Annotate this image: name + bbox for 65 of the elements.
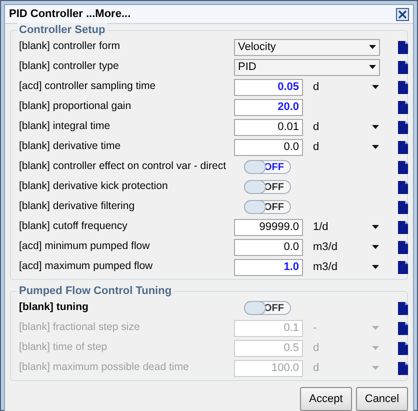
field-label: [blank] derivative filtering xyxy=(19,199,136,214)
number-field[interactable]: 1.0 xyxy=(234,258,303,276)
field-label: [blank] maximum possible dead time xyxy=(19,360,190,376)
field-label: [acd] minimum pumped flow xyxy=(19,239,151,254)
number-field[interactable]: 0.01 xyxy=(234,118,303,136)
document-icon[interactable] xyxy=(398,260,408,274)
document-icon[interactable] xyxy=(398,322,408,334)
number-field[interactable]: 0.0 xyxy=(234,138,303,156)
document-icon[interactable] xyxy=(398,200,408,214)
caret-icon xyxy=(372,265,379,269)
field-label: [blank] tuning xyxy=(19,300,90,316)
field-label: [acd] maximum pumped flow xyxy=(19,259,154,274)
close-icon xyxy=(398,10,407,18)
field-label: [blank] derivative time xyxy=(19,139,122,154)
unit-dropdown[interactable]: m3/d xyxy=(313,258,379,276)
caret-icon xyxy=(372,346,379,350)
group-title: Pumped Flow Control Tuning xyxy=(17,284,174,298)
field-label: [blank] cutoff frequency xyxy=(19,219,128,234)
dialog-button[interactable]: Accept xyxy=(300,387,352,411)
unit-dropdown[interactable]: m3/d xyxy=(313,238,379,256)
document-icon[interactable] xyxy=(398,220,408,234)
document-icon[interactable] xyxy=(398,342,408,354)
field-label: [blank] controller effect on control var - direct xyxy=(19,159,227,174)
caret-icon xyxy=(369,45,376,49)
caret-icon xyxy=(372,245,379,249)
unit-dropdown[interactable]: d xyxy=(313,138,379,156)
caret-icon xyxy=(369,65,376,69)
caret-icon xyxy=(372,125,379,129)
document-icon[interactable] xyxy=(398,40,408,54)
number-field[interactable]: 0.0 xyxy=(234,238,303,256)
document-icon[interactable] xyxy=(398,180,408,194)
document-icon[interactable] xyxy=(398,100,408,114)
document-icon[interactable] xyxy=(398,80,408,94)
field-label: [blank] controller form xyxy=(19,39,121,54)
close-button[interactable] xyxy=(396,8,409,20)
window-title: PID Controller ...More... xyxy=(9,6,131,22)
caret-icon xyxy=(372,145,379,149)
dialog-button[interactable]: Cancel xyxy=(356,387,408,411)
field-label: [blank] time of step xyxy=(19,340,108,356)
number-field[interactable]: 99999.0 xyxy=(234,218,303,236)
unit-dropdown[interactable]: d xyxy=(313,78,379,96)
field-label: [blank] fractional step size xyxy=(19,320,141,336)
unit-dropdown[interactable]: d xyxy=(313,118,379,136)
document-icon[interactable] xyxy=(398,120,408,134)
unit-dropdown[interactable]: 1/d xyxy=(313,218,379,236)
field-label: [acd] controller sampling time xyxy=(19,79,157,94)
document-icon[interactable] xyxy=(398,160,408,174)
field-label: [blank] controller type xyxy=(19,59,120,74)
dropdown[interactable]: Velocity xyxy=(234,38,380,56)
caret-icon xyxy=(372,326,379,330)
field-label: [blank] integral time xyxy=(19,119,112,134)
dropdown[interactable]: PID xyxy=(234,58,380,76)
document-icon[interactable] xyxy=(398,60,408,74)
document-icon[interactable] xyxy=(398,362,408,374)
document-icon[interactable] xyxy=(398,140,408,154)
number-field[interactable]: 20.0 xyxy=(234,98,303,116)
document-icon[interactable] xyxy=(398,240,408,254)
caret-icon xyxy=(372,366,379,370)
field-label: [blank] derivative kick protection xyxy=(19,179,169,194)
group-title: Controller Setup xyxy=(17,23,108,37)
number-field[interactable]: 0.05 xyxy=(234,78,303,96)
caret-icon xyxy=(372,225,379,229)
document-icon[interactable] xyxy=(398,302,408,314)
field-label: [blank] proportional gain xyxy=(19,99,132,114)
caret-icon xyxy=(372,85,379,89)
